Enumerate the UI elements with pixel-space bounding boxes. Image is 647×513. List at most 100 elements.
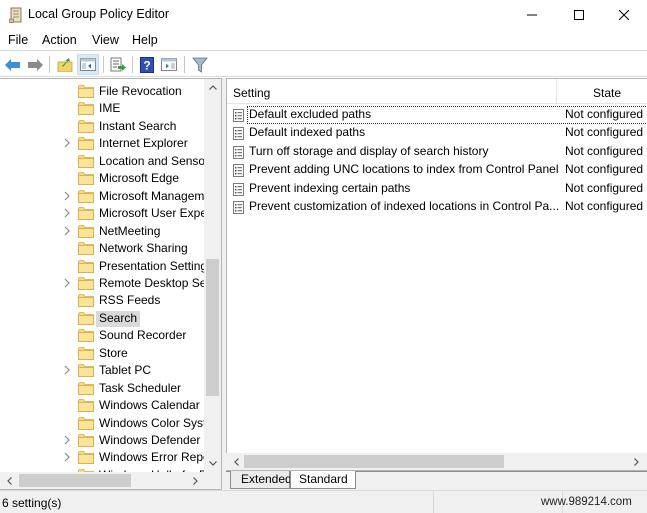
tree-item[interactable]: Presentation Setting xyxy=(0,258,207,275)
tree-item[interactable]: NetMeeting xyxy=(0,223,205,240)
chevron-right-icon xyxy=(193,476,198,485)
tree-item[interactable]: Tablet PC xyxy=(0,362,205,379)
show-hide-action-pane-button[interactable] xyxy=(158,54,180,75)
tree-item[interactable]: Windows Defender S xyxy=(0,432,212,449)
tree-item[interactable]: Microsoft Edge xyxy=(0,170,205,187)
tree-item[interactable]: Instant Search xyxy=(0,118,205,135)
setting-state: Not configured xyxy=(565,107,644,121)
setting-row[interactable]: Prevent indexing certain paths Not config… xyxy=(227,180,647,198)
tree-item-label: Windows Color Syste xyxy=(99,415,214,430)
setting-row[interactable]: Prevent customization of indexed locatio… xyxy=(227,198,647,216)
tree-item[interactable]: Microsoft Managem xyxy=(0,188,205,205)
setting-state: Not configured xyxy=(565,162,644,177)
folder-up-icon xyxy=(57,57,73,72)
tree-item[interactable]: Location and Sensor xyxy=(0,153,209,170)
tree-vertical-scrollbar[interactable] xyxy=(204,79,221,472)
tree-horizontal-scroll-thumb[interactable] xyxy=(19,474,131,487)
folder-icon xyxy=(78,189,94,203)
tree-horizontal-scrollbar[interactable] xyxy=(0,472,221,489)
menu-bar: File Action View Help xyxy=(0,30,647,51)
scroll-up-button[interactable] xyxy=(204,79,221,96)
console-tree-icon xyxy=(80,58,96,71)
expand-chevron-icon[interactable] xyxy=(63,277,71,289)
expand-chevron-icon[interactable] xyxy=(63,207,71,219)
tree-item[interactable]: Windows Calendar xyxy=(0,397,205,414)
tree-item[interactable]: Internet Explorer xyxy=(0,135,205,152)
tree-item[interactable]: Store xyxy=(0,345,205,362)
folder-icon xyxy=(78,207,94,221)
settings-list: Setting State Default excluded paths Not … xyxy=(226,78,647,471)
menu-file[interactable]: File xyxy=(8,33,28,47)
list-horizontal-scrollbar[interactable] xyxy=(226,453,647,470)
back-button[interactable] xyxy=(2,54,24,75)
setting-row[interactable]: Turn off storage and display of search h… xyxy=(227,143,647,161)
expand-chevron-icon[interactable] xyxy=(63,190,71,202)
menu-view[interactable]: View xyxy=(92,33,119,47)
tree-item-label: Presentation Setting xyxy=(99,258,208,273)
setting-name: Default indexed paths xyxy=(249,125,366,140)
group-policy-app-icon xyxy=(9,7,22,23)
tree-item[interactable]: Network Sharing xyxy=(0,240,205,257)
folder-icon xyxy=(78,172,94,186)
folder-icon xyxy=(78,137,94,151)
expand-chevron-icon[interactable] xyxy=(63,451,71,463)
tab-standard[interactable]: Standard xyxy=(290,471,356,489)
setting-state: Not configured xyxy=(565,199,644,213)
maximize-button[interactable] xyxy=(556,0,602,30)
list-horizontal-scroll-thumb[interactable] xyxy=(244,455,504,468)
folder-icon xyxy=(78,381,94,395)
scroll-right-button[interactable] xyxy=(628,453,645,470)
toolbar-separator xyxy=(132,56,133,73)
tree-vertical-scroll-thumb[interactable] xyxy=(206,259,219,396)
column-divider[interactable] xyxy=(556,79,557,104)
up-one-level-button[interactable] xyxy=(54,54,76,75)
close-button[interactable] xyxy=(601,0,647,30)
tree-item[interactable]: RSS Feeds xyxy=(0,292,205,309)
expand-chevron-icon[interactable] xyxy=(63,225,71,237)
policy-setting-icon xyxy=(233,127,244,141)
setting-name: Prevent adding UNC locations to index fr… xyxy=(249,162,559,177)
chevron-up-icon xyxy=(208,85,217,90)
tree-item[interactable]: Remote Desktop Ser xyxy=(0,275,210,292)
setting-row[interactable]: Default indexed paths Not configured xyxy=(227,124,647,142)
setting-row[interactable]: Prevent adding UNC locations to index fr… xyxy=(227,161,647,179)
tree-item-label: Network Sharing xyxy=(99,241,188,256)
menu-action[interactable]: Action xyxy=(42,33,77,47)
column-header-state[interactable]: State xyxy=(593,86,621,100)
help-button[interactable]: ? xyxy=(136,54,158,75)
policy-setting-icon xyxy=(233,164,244,178)
scroll-left-button[interactable] xyxy=(228,453,245,470)
minimize-button[interactable] xyxy=(509,0,555,30)
folder-icon xyxy=(78,102,94,116)
tree-item[interactable]: Sound Recorder xyxy=(0,327,205,344)
expand-chevron-icon[interactable] xyxy=(63,137,71,149)
scroll-down-button[interactable] xyxy=(204,455,221,472)
export-list-button[interactable] xyxy=(107,54,129,75)
column-header-setting[interactable]: Setting xyxy=(233,86,270,100)
tree-item[interactable]: IME xyxy=(0,100,205,117)
folder-icon xyxy=(78,329,94,343)
filter-button[interactable] xyxy=(189,54,211,75)
tree-item[interactable]: Windows Color Syste xyxy=(0,415,213,432)
tree-item[interactable]: Windows Error Repo xyxy=(0,449,210,466)
scroll-left-button[interactable] xyxy=(1,472,18,489)
folder-icon xyxy=(78,154,94,168)
tree-item[interactable]: File Revocation xyxy=(0,83,205,100)
scroll-right-button[interactable] xyxy=(187,472,204,489)
chevron-down-icon xyxy=(208,461,217,466)
setting-row[interactable]: Default excluded paths Not configured xyxy=(227,106,647,124)
tree-item-label: Location and Sensor xyxy=(99,153,210,168)
policy-setting-icon xyxy=(233,145,244,159)
tree-item[interactable]: Task Scheduler xyxy=(0,380,205,397)
show-hide-console-tree-button[interactable] xyxy=(77,54,99,75)
forward-button[interactable] xyxy=(24,54,46,75)
tree-item[interactable]: Search xyxy=(0,310,205,327)
folder-icon xyxy=(78,399,94,412)
tab-extended[interactable]: Extended xyxy=(230,471,292,489)
maximize-icon xyxy=(574,10,584,20)
expand-chevron-icon[interactable] xyxy=(63,434,71,446)
tree-item-label: RSS Feeds xyxy=(99,293,161,308)
expand-chevron-icon[interactable] xyxy=(63,364,71,376)
tree-item[interactable]: Microsoft User Exper xyxy=(0,205,211,222)
menu-help[interactable]: Help xyxy=(132,33,158,47)
